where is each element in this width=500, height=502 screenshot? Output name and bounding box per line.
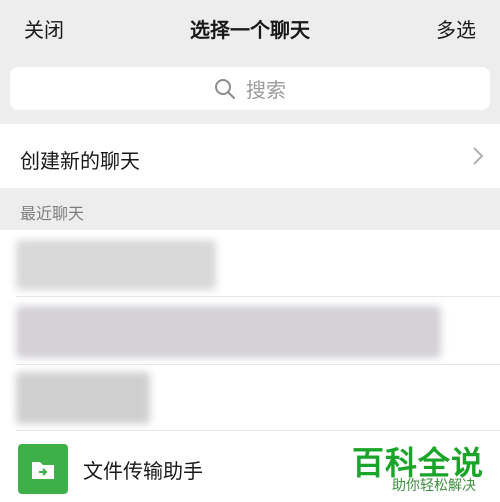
search-inner: 搜索 (10, 67, 490, 110)
top-bar: 关闭 选择一个聊天 多选 (0, 0, 500, 56)
file-transfer-icon (18, 444, 68, 494)
search-icon (215, 78, 235, 99)
chat-item-3-blurred[interactable] (16, 372, 150, 424)
watermark-subtitle: 助你轻松解决 (392, 478, 476, 494)
search-placeholder: 搜索 (246, 78, 286, 102)
chat-item-file-transfer[interactable]: 文件传输助手 (83, 455, 203, 484)
create-new-chat-label: 创建新的聊天 (20, 149, 140, 173)
page-title: 选择一个聊天 (190, 18, 310, 42)
chat-item-2-blurred[interactable] (16, 306, 441, 358)
search-bar[interactable]: 搜索 (10, 67, 490, 110)
divider (16, 364, 500, 365)
recent-chats-label: 最近聊天 (20, 204, 85, 223)
create-new-chat-row[interactable]: 创建新的聊天 (0, 124, 500, 188)
chat-item-1-blurred[interactable] (16, 240, 216, 290)
chevron-right-icon (473, 147, 484, 165)
divider (16, 296, 500, 297)
multiselect-button[interactable]: 多选 (436, 14, 476, 43)
divider (16, 430, 500, 431)
